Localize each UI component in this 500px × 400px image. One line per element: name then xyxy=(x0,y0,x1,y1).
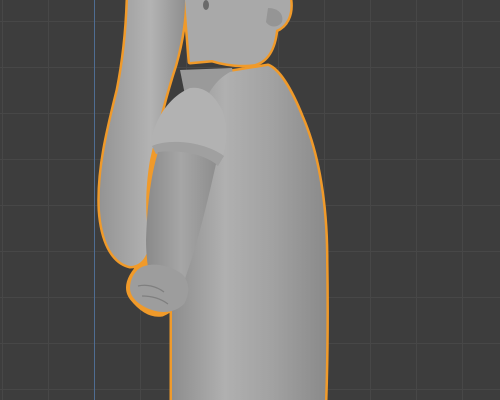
character-model[interactable] xyxy=(97,0,329,400)
3d-viewport[interactable] xyxy=(0,0,500,400)
eye xyxy=(203,0,209,10)
viewport-canvas[interactable] xyxy=(0,0,500,400)
